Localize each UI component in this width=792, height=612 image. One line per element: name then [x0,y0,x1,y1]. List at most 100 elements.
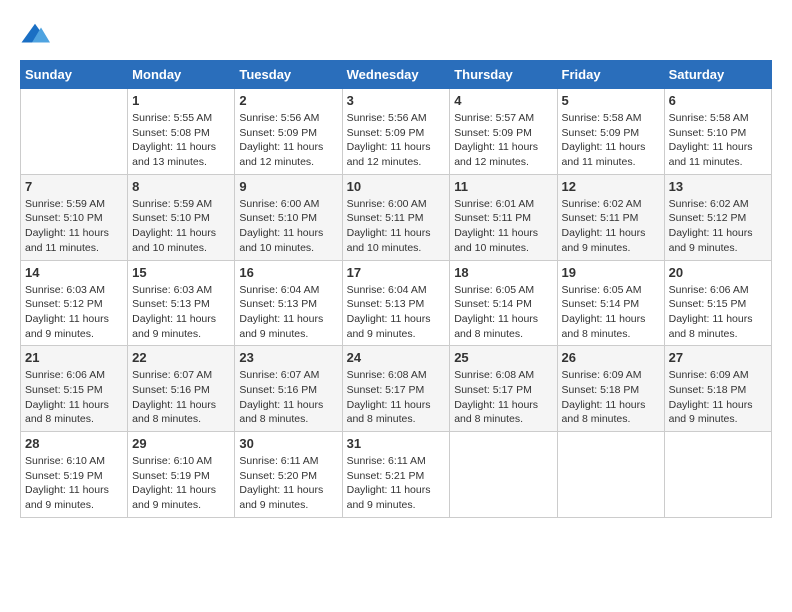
day-info: Sunrise: 6:09 AMSunset: 5:18 PMDaylight:… [669,368,767,427]
calendar-body: 1 Sunrise: 5:55 AMSunset: 5:08 PMDaylight… [21,89,772,518]
day-number: 15 [132,265,230,280]
calendar-cell: 2 Sunrise: 5:56 AMSunset: 5:09 PMDaylight… [235,89,342,175]
day-number: 14 [25,265,123,280]
calendar-cell: 9 Sunrise: 6:00 AMSunset: 5:10 PMDaylight… [235,174,342,260]
calendar-cell [21,89,128,175]
day-info: Sunrise: 6:07 AMSunset: 5:16 PMDaylight:… [132,368,230,427]
day-info: Sunrise: 5:59 AMSunset: 5:10 PMDaylight:… [25,197,123,256]
calendar-cell: 12 Sunrise: 6:02 AMSunset: 5:11 PMDayligh… [557,174,664,260]
calendar-week-1: 1 Sunrise: 5:55 AMSunset: 5:08 PMDaylight… [21,89,772,175]
day-number: 3 [347,93,446,108]
calendar-cell [664,432,771,518]
day-number: 4 [454,93,552,108]
day-info: Sunrise: 6:05 AMSunset: 5:14 PMDaylight:… [454,283,552,342]
calendar-cell: 28 Sunrise: 6:10 AMSunset: 5:19 PMDayligh… [21,432,128,518]
day-info: Sunrise: 6:02 AMSunset: 5:11 PMDaylight:… [562,197,660,256]
day-number: 10 [347,179,446,194]
day-info: Sunrise: 5:56 AMSunset: 5:09 PMDaylight:… [239,111,337,170]
day-info: Sunrise: 5:55 AMSunset: 5:08 PMDaylight:… [132,111,230,170]
day-info: Sunrise: 6:09 AMSunset: 5:18 PMDaylight:… [562,368,660,427]
calendar-week-2: 7 Sunrise: 5:59 AMSunset: 5:10 PMDaylight… [21,174,772,260]
logo-icon [20,20,50,50]
day-number: 26 [562,350,660,365]
calendar-cell: 30Sunrise: 6:11 AMSunset: 5:20 PMDayligh… [235,432,342,518]
day-number: 7 [25,179,123,194]
day-number: 20 [669,265,767,280]
calendar-cell: 26 Sunrise: 6:09 AMSunset: 5:18 PMDayligh… [557,346,664,432]
calendar-cell: 22Sunrise: 6:07 AMSunset: 5:16 PMDayligh… [128,346,235,432]
calendar-cell: 16 Sunrise: 6:04 AMSunset: 5:13 PMDayligh… [235,260,342,346]
calendar-header: SundayMondayTuesdayWednesdayThursdayFrid… [21,61,772,89]
day-info: Sunrise: 6:06 AMSunset: 5:15 PMDaylight:… [669,283,767,342]
day-info: Sunrise: 6:10 AMSunset: 5:19 PMDaylight:… [25,454,123,513]
day-info: Sunrise: 6:02 AMSunset: 5:12 PMDaylight:… [669,197,767,256]
calendar-week-4: 21 Sunrise: 6:06 AMSunset: 5:15 PMDayligh… [21,346,772,432]
day-number: 16 [239,265,337,280]
day-info: Sunrise: 6:11 AMSunset: 5:21 PMDaylight:… [347,454,446,513]
day-number: 11 [454,179,552,194]
header-cell-friday: Friday [557,61,664,89]
page-header [20,20,772,50]
calendar-cell: 18 Sunrise: 6:05 AMSunset: 5:14 PMDayligh… [450,260,557,346]
calendar-cell [450,432,557,518]
calendar-cell: 19 Sunrise: 6:05 AMSunset: 5:14 PMDayligh… [557,260,664,346]
day-info: Sunrise: 6:00 AMSunset: 5:11 PMDaylight:… [347,197,446,256]
day-number: 21 [25,350,123,365]
day-number: 6 [669,93,767,108]
day-number: 12 [562,179,660,194]
day-info: Sunrise: 6:03 AMSunset: 5:13 PMDaylight:… [132,283,230,342]
calendar-cell: 4Sunrise: 5:57 AMSunset: 5:09 PMDaylight… [450,89,557,175]
calendar-cell: 25Sunrise: 6:08 AMSunset: 5:17 PMDayligh… [450,346,557,432]
day-number: 30 [239,436,337,451]
header-row: SundayMondayTuesdayWednesdayThursdayFrid… [21,61,772,89]
day-number: 18 [454,265,552,280]
logo [20,20,54,50]
calendar-cell: 27 Sunrise: 6:09 AMSunset: 5:18 PMDayligh… [664,346,771,432]
day-number: 25 [454,350,552,365]
calendar-cell: 20 Sunrise: 6:06 AMSunset: 5:15 PMDayligh… [664,260,771,346]
day-info: Sunrise: 5:58 AMSunset: 5:10 PMDaylight:… [669,111,767,170]
day-number: 1 [132,93,230,108]
day-info: Sunrise: 5:56 AMSunset: 5:09 PMDaylight:… [347,111,446,170]
header-cell-saturday: Saturday [664,61,771,89]
calendar-cell: 21 Sunrise: 6:06 AMSunset: 5:15 PMDayligh… [21,346,128,432]
header-cell-monday: Monday [128,61,235,89]
calendar-cell [557,432,664,518]
day-info: Sunrise: 6:10 AMSunset: 5:19 PMDaylight:… [132,454,230,513]
header-cell-tuesday: Tuesday [235,61,342,89]
day-info: Sunrise: 6:04 AMSunset: 5:13 PMDaylight:… [347,283,446,342]
calendar-cell: 14 Sunrise: 6:03 AMSunset: 5:12 PMDayligh… [21,260,128,346]
calendar-table: SundayMondayTuesdayWednesdayThursdayFrid… [20,60,772,518]
day-number: 31 [347,436,446,451]
day-number: 2 [239,93,337,108]
day-info: Sunrise: 6:03 AMSunset: 5:12 PMDaylight:… [25,283,123,342]
day-info: Sunrise: 6:06 AMSunset: 5:15 PMDaylight:… [25,368,123,427]
calendar-cell: 10 Sunrise: 6:00 AMSunset: 5:11 PMDayligh… [342,174,450,260]
day-number: 28 [25,436,123,451]
day-info: Sunrise: 6:00 AMSunset: 5:10 PMDaylight:… [239,197,337,256]
calendar-cell: 29 Sunrise: 6:10 AMSunset: 5:19 PMDayligh… [128,432,235,518]
calendar-cell: 7 Sunrise: 5:59 AMSunset: 5:10 PMDaylight… [21,174,128,260]
day-number: 5 [562,93,660,108]
calendar-cell: 5Sunrise: 5:58 AMSunset: 5:09 PMDaylight… [557,89,664,175]
header-cell-thursday: Thursday [450,61,557,89]
calendar-cell: 13 Sunrise: 6:02 AMSunset: 5:12 PMDayligh… [664,174,771,260]
day-info: Sunrise: 6:04 AMSunset: 5:13 PMDaylight:… [239,283,337,342]
calendar-cell: 31 Sunrise: 6:11 AMSunset: 5:21 PMDayligh… [342,432,450,518]
day-number: 19 [562,265,660,280]
day-info: Sunrise: 6:08 AMSunset: 5:17 PMDaylight:… [347,368,446,427]
day-number: 8 [132,179,230,194]
day-info: Sunrise: 6:05 AMSunset: 5:14 PMDaylight:… [562,283,660,342]
calendar-cell: 1 Sunrise: 5:55 AMSunset: 5:08 PMDaylight… [128,89,235,175]
day-number: 17 [347,265,446,280]
header-cell-wednesday: Wednesday [342,61,450,89]
calendar-cell: 15 Sunrise: 6:03 AMSunset: 5:13 PMDayligh… [128,260,235,346]
day-info: Sunrise: 6:07 AMSunset: 5:16 PMDaylight:… [239,368,337,427]
day-number: 29 [132,436,230,451]
day-number: 9 [239,179,337,194]
day-number: 13 [669,179,767,194]
calendar-week-3: 14 Sunrise: 6:03 AMSunset: 5:12 PMDayligh… [21,260,772,346]
calendar-cell: 11Sunrise: 6:01 AMSunset: 5:11 PMDayligh… [450,174,557,260]
calendar-cell: 23Sunrise: 6:07 AMSunset: 5:16 PMDayligh… [235,346,342,432]
day-number: 27 [669,350,767,365]
